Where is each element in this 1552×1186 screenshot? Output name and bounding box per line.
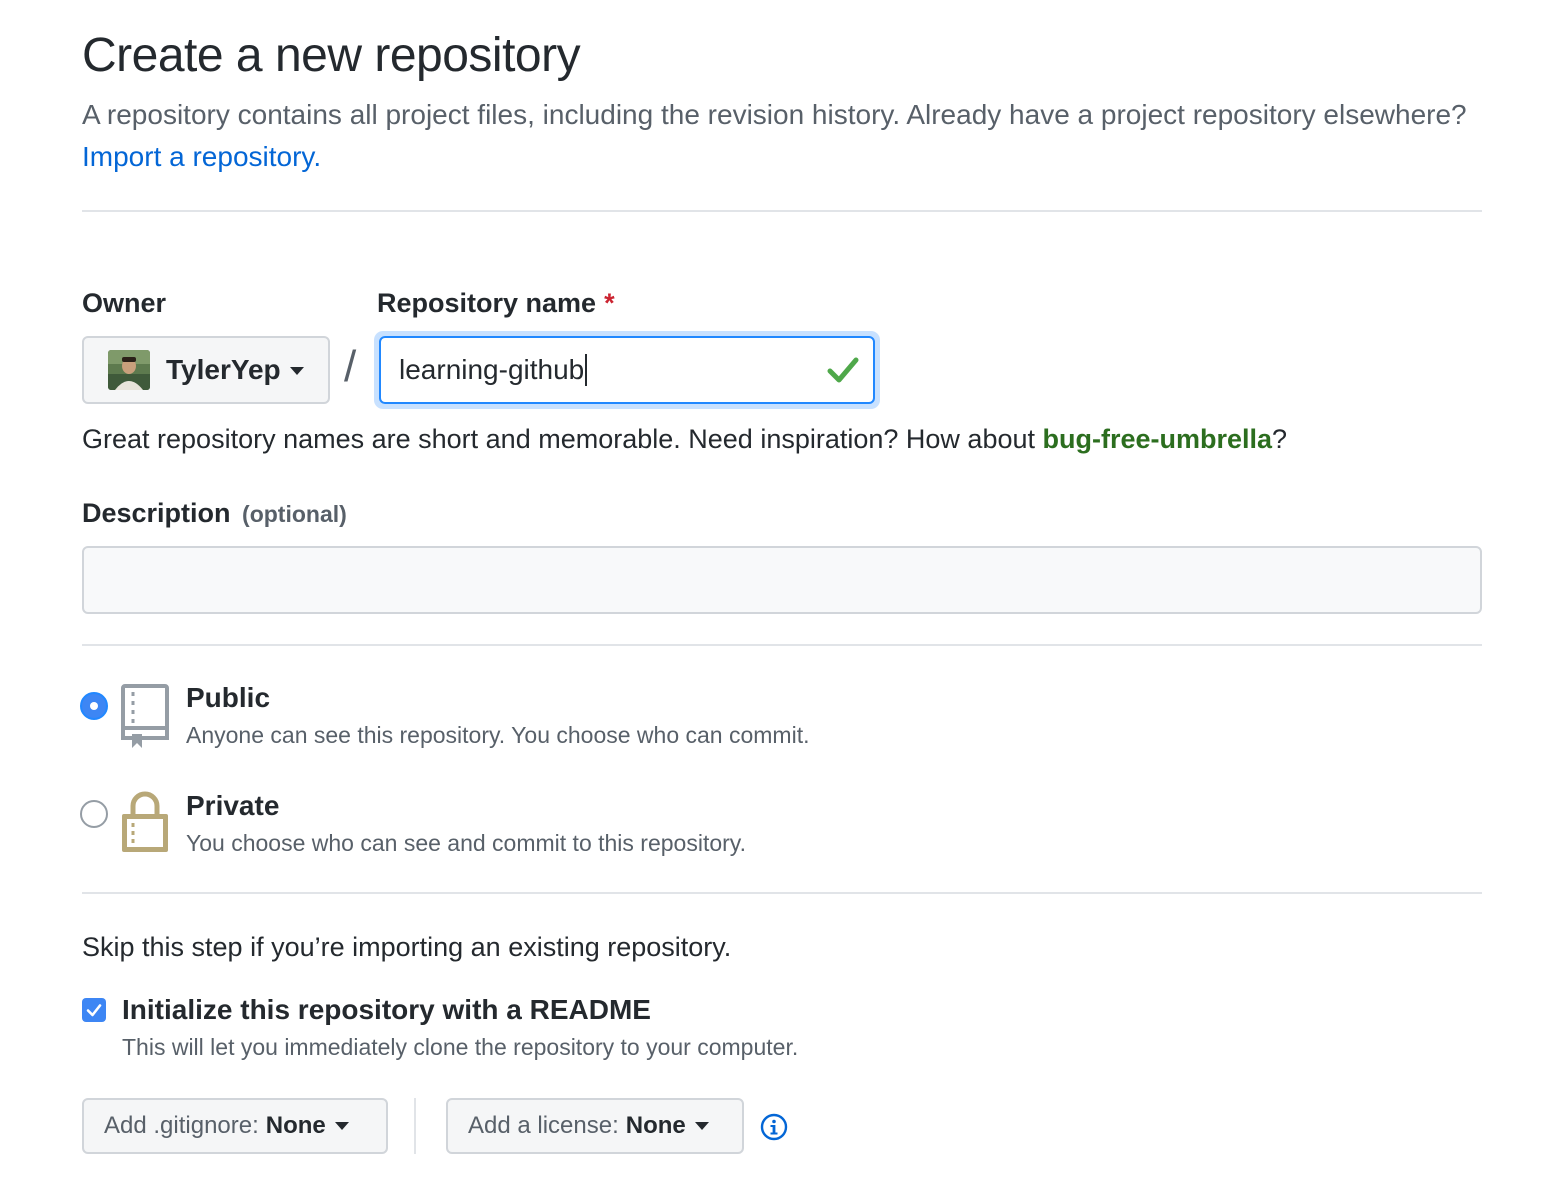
text-cursor xyxy=(585,354,588,386)
gitignore-dropdown[interactable]: Add .gitignore: None xyxy=(82,1098,388,1154)
description-label-text: Description xyxy=(82,498,231,528)
repo-name-input[interactable]: learning-github xyxy=(379,336,875,404)
divider xyxy=(82,210,1482,212)
page-title: Create a new repository xyxy=(82,29,581,82)
vertical-divider xyxy=(414,1098,416,1154)
required-marker: * xyxy=(604,288,615,318)
private-radio[interactable] xyxy=(80,800,108,828)
hint-trailing: ? xyxy=(1272,424,1288,454)
gitignore-label: Add .gitignore: xyxy=(104,1112,259,1139)
hint-text: Great repository names are short and mem… xyxy=(82,424,1035,454)
owner-dropdown[interactable]: TylerYep xyxy=(82,336,330,404)
divider xyxy=(82,644,1482,646)
description-label: Description (optional) xyxy=(82,498,347,529)
license-value: None xyxy=(625,1112,686,1139)
public-title: Public xyxy=(186,682,271,713)
import-repository-link[interactable]: Import a repository. xyxy=(82,141,321,172)
readme-checkbox[interactable] xyxy=(82,998,106,1022)
page-subtitle: A repository contains all project files,… xyxy=(82,94,1482,178)
repo-name-value: learning-github xyxy=(399,354,585,385)
readme-label[interactable]: Initialize this repository with a README xyxy=(122,994,651,1026)
private-title: Private xyxy=(186,790,280,821)
info-icon[interactable] xyxy=(760,1113,788,1141)
repo-name-focus-ring: learning-github xyxy=(374,331,880,409)
public-description: Anyone can see this repository. You choo… xyxy=(186,722,810,748)
caret-down-icon xyxy=(334,1122,349,1130)
repo-name-hint: Great repository names are short and mem… xyxy=(82,424,1287,455)
repo-book-icon xyxy=(121,684,169,748)
repo-name-label-text: Repository name xyxy=(377,288,597,318)
lock-icon xyxy=(122,791,168,852)
readme-description: This will let you immediately clone the … xyxy=(122,1034,799,1060)
subtitle-text: A repository contains all project files,… xyxy=(82,99,1467,130)
owner-repo-separator: / xyxy=(344,342,357,391)
divider xyxy=(82,892,1482,894)
optional-marker: (optional) xyxy=(242,501,347,527)
caret-down-icon xyxy=(289,367,304,375)
private-description: You choose who can see and commit to thi… xyxy=(186,830,746,856)
owner-name: TylerYep xyxy=(166,354,281,385)
license-label: Add a license: xyxy=(468,1112,619,1139)
license-dropdown[interactable]: Add a license: None xyxy=(446,1098,744,1154)
gitignore-value: None xyxy=(265,1112,326,1139)
avatar xyxy=(108,350,150,390)
skip-step-note: Skip this step if you’re importing an ex… xyxy=(82,932,732,962)
owner-label: Owner xyxy=(82,288,167,318)
caret-down-icon xyxy=(694,1122,709,1130)
check-icon xyxy=(827,357,859,383)
name-suggestion[interactable]: bug-free-umbrella xyxy=(1043,424,1273,454)
checkmark-icon xyxy=(86,1004,102,1017)
description-input[interactable] xyxy=(82,546,1482,614)
public-radio[interactable] xyxy=(80,692,108,720)
repo-name-label: Repository name * xyxy=(377,288,615,319)
